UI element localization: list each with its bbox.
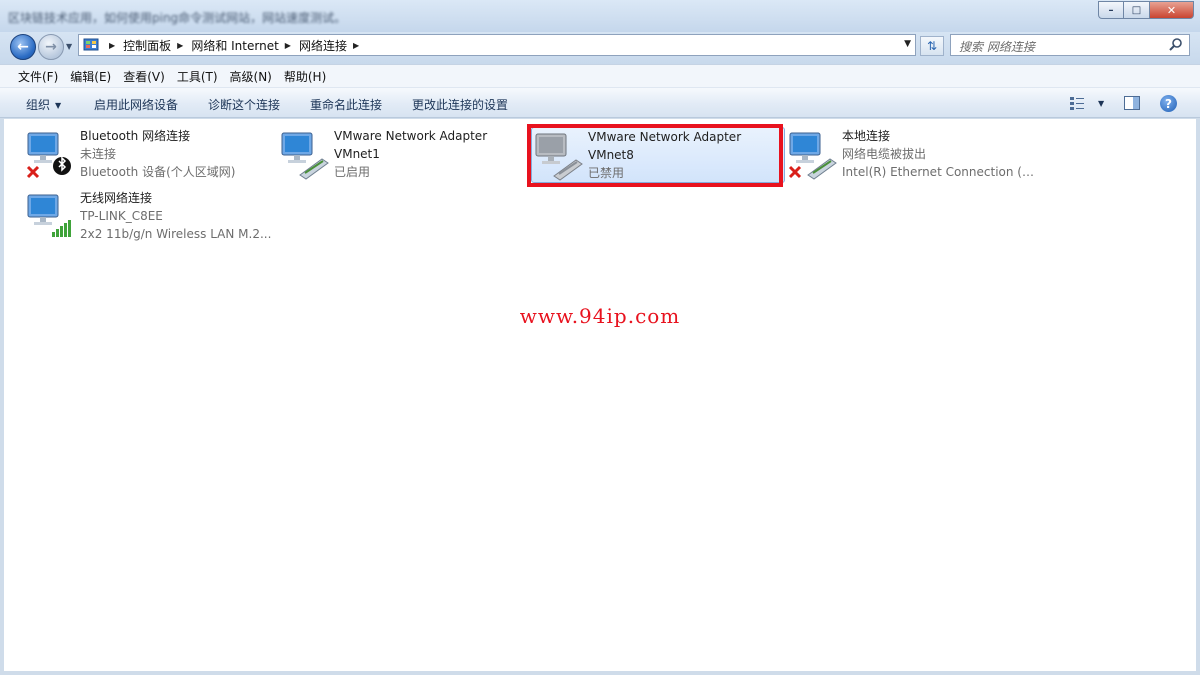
wired-adapter-icon [788,132,837,180]
connection-status: 网络电缆被拔出 [842,147,927,161]
search-placeholder: 搜索 网络连接 [959,40,1035,54]
refresh-icon: ⇅ [926,39,938,53]
connection-name: Bluetooth 网络连接 [80,129,191,143]
recent-pages-button[interactable]: ▼ [66,42,72,51]
connection-device: 2x2 11b/g/n Wireless LAN M.2... [80,227,272,241]
organize-button[interactable]: 组织 ▼ [26,96,61,113]
arrow-left-icon: ← [17,39,29,55]
breadcrumb-network-connections[interactable]: 网络连接 [299,37,347,54]
connection-status: 已启用 [334,165,371,179]
connection-text: VMware Network Adapter VMnet8 已禁用 [588,128,784,182]
connection-network: VMnet8 [588,148,634,162]
connection-item-local[interactable]: 本地连接 网络电缆被拔出 Intel(R) Ethernet Connectio… [786,127,1040,195]
search-input[interactable]: 搜索 网络连接 [950,34,1190,56]
preview-pane-button[interactable] [1124,94,1140,112]
window-controls: – □ ✕ [1098,1,1194,19]
chevron-down-icon: ▼ [55,101,62,110]
connection-network: VMnet1 [334,147,380,161]
chevron-right-icon[interactable]: ▶ [109,41,115,50]
connection-item-vmnet1[interactable]: VMware Network Adapter VMnet1 已启用 [278,127,532,195]
view-options-button[interactable]: ▼ [1070,94,1104,112]
menu-tools[interactable]: 工具(T) [177,68,218,85]
connection-status: 已禁用 [588,166,625,180]
arrow-right-icon: → [45,39,57,55]
menu-view[interactable]: 查看(V) [123,68,165,85]
close-icon: ✕ [1166,3,1177,17]
wired-adapter-disabled-icon [535,133,583,181]
minimize-icon: – [1108,4,1114,16]
view-options-icon [1070,97,1084,110]
wireless-adapter-icon [27,194,71,237]
rename-button[interactable]: 重命名此连接 [310,96,382,113]
connection-device: Bluetooth 设备(个人区域网) [80,165,236,179]
connection-name: 无线网络连接 [80,191,153,205]
breadcrumb-network-internet[interactable]: 网络和 Internet [191,37,278,54]
bluetooth-network-icon [26,132,71,179]
menu-bar: 文件(F) 编辑(E) 查看(V) 工具(T) 高级(N) 帮助(H) [0,64,1200,88]
connection-text: 无线网络连接 TP-LINK_C8EE 2x2 11b/g/n Wireless… [80,189,276,243]
connection-item-vmnet8[interactable]: VMware Network Adapter VMnet8 已禁用 [531,127,785,183]
window-title: 区块链技术应用，如何使用ping命令测试网站，网站速度测试。 [8,11,347,25]
diagnose-button[interactable]: 诊断这个连接 [208,96,280,113]
help-icon: ? [1165,96,1172,111]
maximize-button[interactable]: □ [1124,1,1150,19]
connection-device: Intel(R) Ethernet Connection (3... [842,165,1038,179]
preview-pane-icon [1124,96,1140,110]
search-icon[interactable] [1168,37,1184,53]
refresh-button[interactable]: ⇅ [920,36,944,56]
connection-name: VMware Network Adapter [334,129,488,143]
control-panel-icon [83,38,99,51]
connection-text: VMware Network Adapter VMnet1 已启用 [334,127,530,181]
command-bar: 组织 ▼ 启用此网络设备 诊断这个连接 重命名此连接 更改此连接的设置 ▼ [0,88,1200,118]
connection-text: Bluetooth 网络连接 未连接 Bluetooth 设备(个人区域网) [80,127,276,181]
close-button[interactable]: ✕ [1150,1,1194,19]
chevron-down-icon: ▼ [66,42,73,51]
connection-network: TP-LINK_C8EE [80,209,163,223]
connection-status: 未连接 [80,147,117,161]
connection-item-bluetooth[interactable]: Bluetooth 网络连接 未连接 Bluetooth 设备(个人区域网) [24,127,278,195]
breadcrumb: ▶ 控制面板 ▶ 网络和 Internet ▶ 网络连接 ▶ [103,35,367,55]
chevron-right-icon[interactable]: ▶ [285,41,291,50]
wired-adapter-icon [281,132,329,180]
chevron-down-icon: ▼ [1098,98,1105,108]
change-settings-button[interactable]: 更改此连接的设置 [412,96,508,113]
watermark-text: www.94ip.com [519,304,681,328]
organize-label: 组织 [26,98,51,112]
address-bar[interactable]: ▶ 控制面板 ▶ 网络和 Internet ▶ 网络连接 ▶ ▼ [78,34,916,56]
maximize-icon: □ [1131,4,1142,16]
address-dropdown-icon[interactable]: ▼ [904,39,911,49]
menu-advanced[interactable]: 高级(N) [230,68,272,85]
chevron-right-icon[interactable]: ▶ [177,41,183,50]
menu-file[interactable]: 文件(F) [18,68,58,85]
forward-button[interactable]: → [38,34,64,60]
chevron-right-icon[interactable]: ▶ [353,41,359,50]
connection-name: VMware Network Adapter [588,130,742,144]
title-bar: 区块链技术应用，如何使用ping命令测试网站，网站速度测试。 – □ ✕ [0,0,1200,32]
breadcrumb-control-panel[interactable]: 控制面板 [123,37,171,54]
connection-item-wireless[interactable]: 无线网络连接 TP-LINK_C8EE 2x2 11b/g/n Wireless… [24,189,278,257]
connection-text: 本地连接 网络电缆被拔出 Intel(R) Ethernet Connectio… [842,127,1038,181]
back-button[interactable]: ← [10,34,36,60]
help-button[interactable]: ? [1160,95,1177,112]
enable-device-button[interactable]: 启用此网络设备 [94,96,178,113]
connection-name: 本地连接 [842,129,891,143]
minimize-button[interactable]: – [1098,1,1124,19]
menu-help[interactable]: 帮助(H) [284,68,326,85]
menu-edit[interactable]: 编辑(E) [70,68,111,85]
